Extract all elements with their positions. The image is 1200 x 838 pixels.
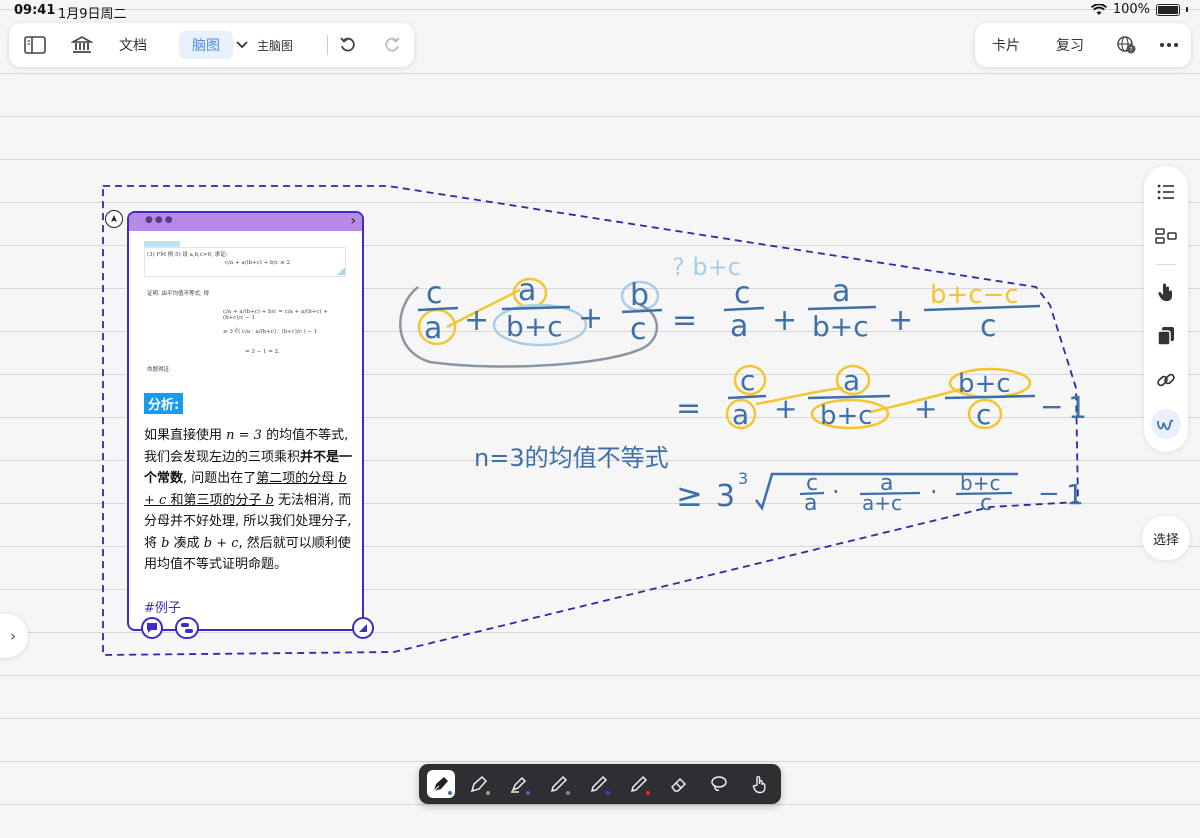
chevron-right-icon: › (10, 627, 16, 645)
hw-op: + (464, 303, 489, 338)
hw-den: a (730, 309, 748, 344)
hw-op: + (772, 303, 797, 338)
hw-op: · (930, 478, 938, 506)
hw-num: a (843, 364, 860, 397)
pencil-tool[interactable] (545, 770, 573, 798)
select-button[interactable]: 选择 (1142, 516, 1190, 560)
hw-den: c (980, 491, 992, 516)
hw-den: c (630, 312, 647, 347)
pen-tool-active[interactable] (427, 770, 455, 798)
pen-color-dot (646, 791, 650, 795)
pencil-tool-red[interactable] (625, 770, 653, 798)
layout-button[interactable] (1151, 221, 1181, 251)
hand-tool-button[interactable] (1151, 277, 1181, 307)
scribble-button[interactable] (1151, 409, 1181, 439)
pen-color-dot (606, 791, 610, 795)
hw-op: + (914, 392, 937, 425)
pen-color-dot (566, 791, 570, 795)
hw-num: c (426, 276, 443, 311)
hw-op: · (832, 478, 840, 506)
hw-num: b+c (958, 369, 1011, 399)
hw-question-note: ? b+c (672, 253, 741, 281)
link-icon (1157, 373, 1175, 387)
hw-den: a (804, 491, 817, 516)
hw-op: ≥ (676, 476, 703, 514)
hw-den: a (732, 398, 749, 431)
hw-den: b+c (506, 310, 563, 343)
hw-fraction-bar (501, 305, 571, 311)
hw-op: + (774, 392, 797, 425)
scribble-icon (1157, 419, 1174, 431)
hw-den: c (980, 309, 997, 344)
hw-num: c (734, 276, 751, 311)
hw-num: 3 (716, 479, 735, 514)
hw-num: 1 (1068, 391, 1087, 426)
pen-color-dot (486, 791, 490, 795)
pencil-tool-blue[interactable] (585, 770, 613, 798)
hw-den: b+c (820, 401, 873, 431)
layout-icon (1155, 228, 1177, 244)
pen-color-dot (448, 791, 452, 795)
touch-tool[interactable] (745, 770, 773, 798)
hw-fraction-bar (417, 306, 459, 312)
pen-tool[interactable] (465, 770, 493, 798)
outline-icon (1157, 184, 1174, 200)
eraser-tool[interactable] (665, 770, 693, 798)
sidebar-divider (1156, 264, 1176, 265)
eraser-icon (671, 777, 687, 792)
hw-den: a (424, 311, 442, 346)
pen-color-dot (526, 791, 530, 795)
hw-op: + (888, 303, 913, 338)
hand-icon (1158, 283, 1172, 301)
hw-op: − (1040, 390, 1063, 423)
hw-note: n=3的均值不等式 (474, 444, 669, 472)
outline-button[interactable] (1151, 177, 1181, 207)
hw-den: b+c (812, 310, 869, 343)
hw-op: + (578, 301, 603, 336)
hw-op: − (1038, 479, 1060, 509)
hw-num: b (630, 278, 649, 313)
hw-op: = (676, 391, 701, 426)
copy-icon (1157, 327, 1174, 346)
hw-den: c (976, 398, 991, 431)
hw-num: a (518, 273, 536, 308)
lasso-icon (711, 776, 727, 791)
hw-op: = (672, 303, 697, 338)
hw-den: a+c (862, 491, 902, 515)
pen-tray (419, 764, 781, 804)
right-sidebar (1144, 166, 1188, 452)
copy-button[interactable] (1151, 321, 1181, 351)
hw-num: c (740, 364, 755, 397)
hw-num: 1 (1066, 478, 1084, 511)
highlighter-tool[interactable] (505, 770, 533, 798)
hw-num: b+c−c (930, 280, 1019, 310)
hw-num: a (832, 274, 850, 309)
touch-icon (752, 776, 766, 794)
hw-fraction-bar (807, 305, 877, 311)
handwriting-layer[interactable]: ? b+c c a + a b+c + b c = c a + a b+c + … (0, 0, 1200, 838)
hw-fraction-bar (807, 394, 891, 400)
link-button[interactable] (1151, 365, 1181, 395)
lasso-tool[interactable] (705, 770, 733, 798)
hw-num: 3 (738, 469, 748, 488)
